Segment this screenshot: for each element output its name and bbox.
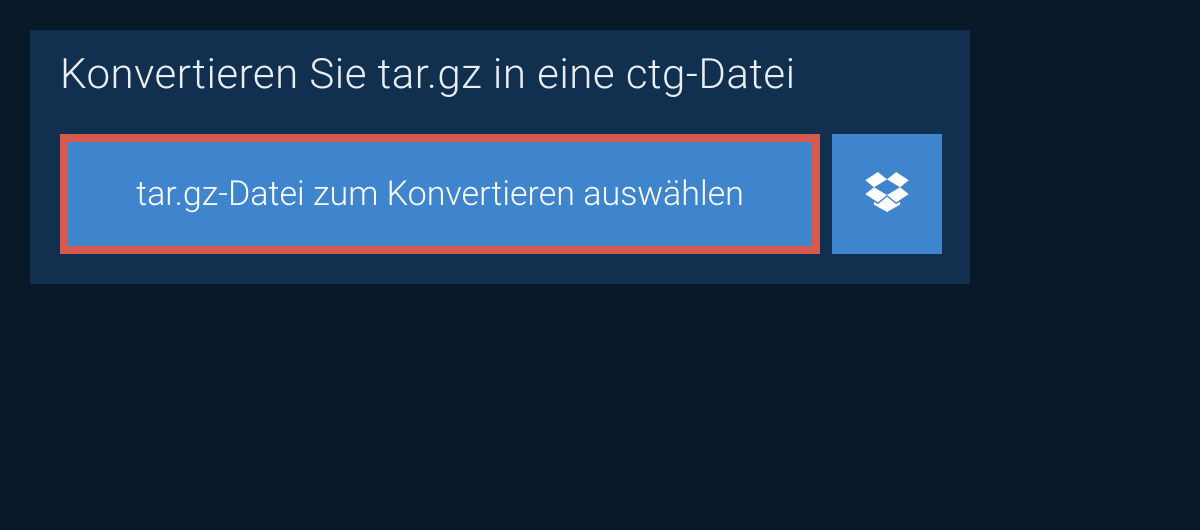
- select-file-button-label: tar.gz-Datei zum Konvertieren auswählen: [136, 174, 744, 214]
- dropbox-icon: [865, 172, 909, 216]
- converter-panel: Konvertieren Sie tar.gz in eine ctg-Date…: [30, 30, 970, 284]
- dropbox-button[interactable]: [832, 134, 942, 254]
- page-title: Konvertieren Sie tar.gz in eine ctg-Date…: [60, 50, 940, 99]
- select-file-button[interactable]: tar.gz-Datei zum Konvertieren auswählen: [60, 134, 820, 254]
- action-row: tar.gz-Datei zum Konvertieren auswählen: [60, 134, 940, 254]
